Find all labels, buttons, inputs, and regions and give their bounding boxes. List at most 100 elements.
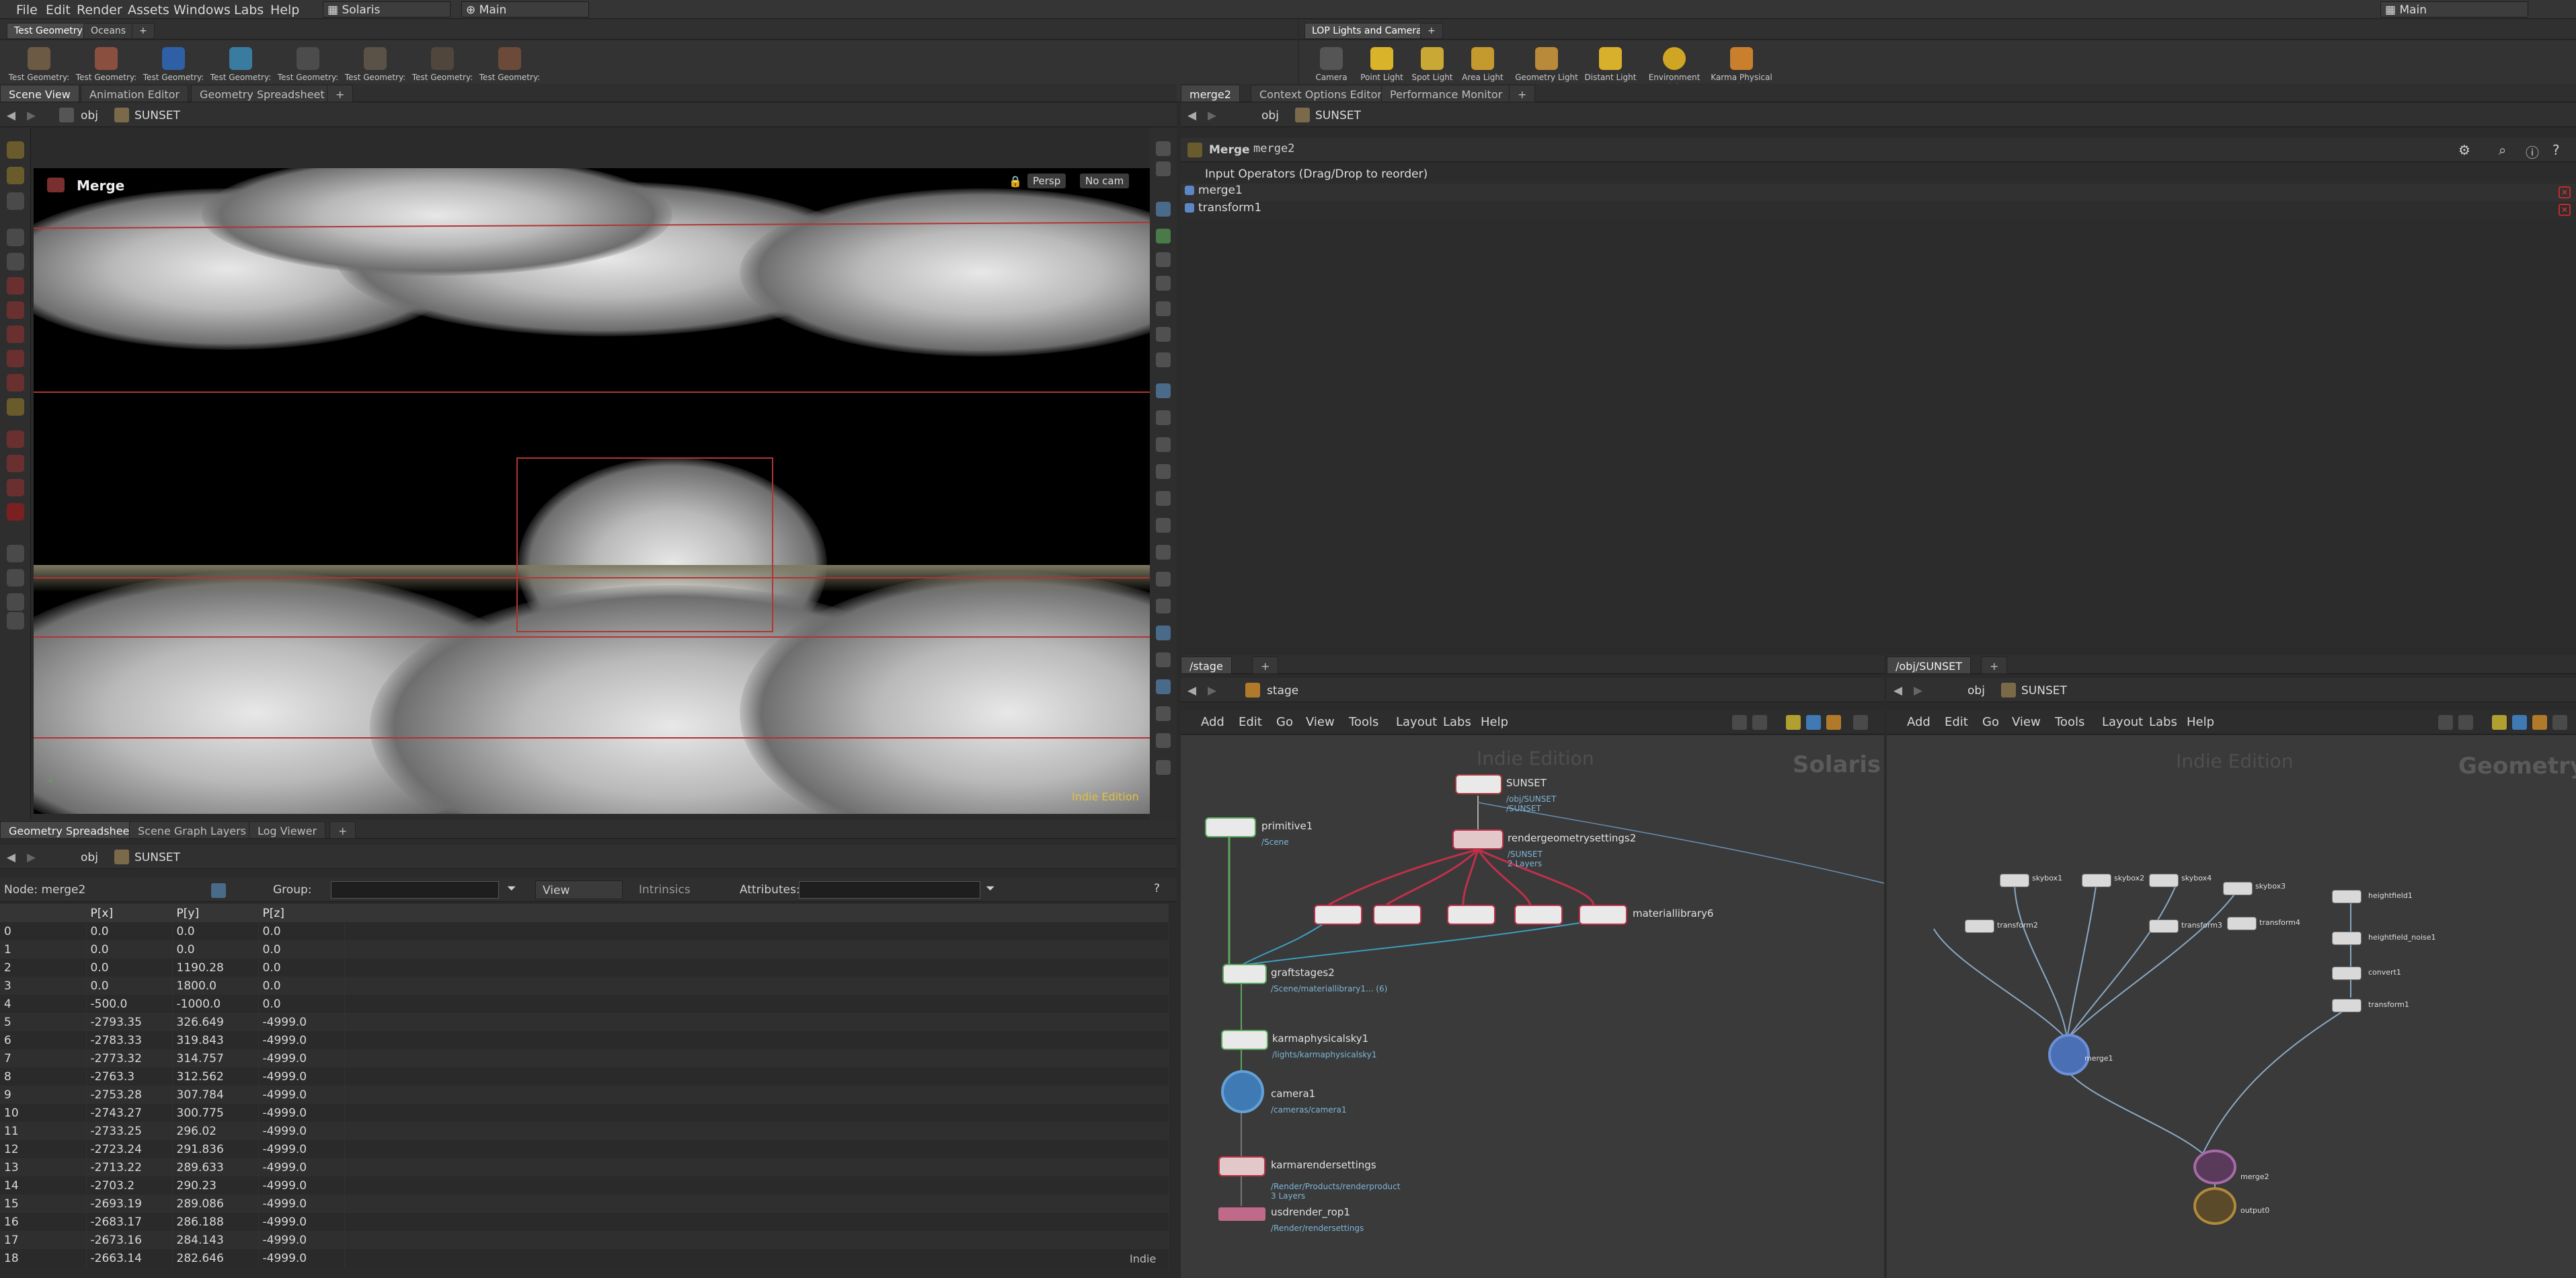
net-menu-layout[interactable]: Layout [2102,715,2143,729]
back-arrow-icon[interactable]: ◀ [7,109,15,122]
tab-obj-sunset[interactable]: /obj/SUNSET [1887,656,1972,674]
tab-stage[interactable]: /stage [1181,656,1232,674]
table-row[interactable]: 7 -2773.32 314.757 -4999.0 [0,1049,1169,1067]
remove-input-icon[interactable]: ✕ [2559,204,2571,216]
column-header[interactable]: P[y] [172,904,259,922]
node-transform1[interactable] [2332,999,2362,1012]
desktop-dropdown[interactable]: ▦ Solaris [323,1,451,17]
view-dropdown[interactable]: View [535,880,623,899]
add-shelf-icon[interactable]: + [132,23,155,39]
sticky-note-icon[interactable] [1786,715,1801,730]
image-icon[interactable] [1826,715,1841,730]
filter-icon[interactable]: ⏷ [986,882,995,895]
tab-animation-editor[interactable]: Animation Editor [81,85,189,102]
forward-arrow-icon[interactable]: ▶ [1208,684,1216,698]
search-icon[interactable] [1853,715,1868,730]
input-operator-row[interactable]: transform1 ✕ [1181,201,2576,219]
obj-network-editor[interactable]: Indie Edition Geometry skybox1 skybox2 s… [1887,735,2576,1278]
camera-dropdown[interactable]: No cam [1080,174,1130,188]
table-row[interactable]: 9 -2753.28 307.784 -4999.0 [0,1086,1169,1104]
menu-file[interactable]: File [16,3,38,17]
node-skybox3[interactable] [2223,882,2253,895]
shelf-tab-test-geometry[interactable]: Test Geometry [7,23,90,39]
search-icon[interactable]: ⌕ [2499,142,2506,158]
menu-edit[interactable]: Edit [46,3,71,17]
intrinsics-dropdown[interactable]: Intrinsics [639,883,691,897]
node-skybox1[interactable] [2000,874,2029,887]
pen-icon[interactable] [1156,491,1171,506]
forward-arrow-icon[interactable]: ▶ [27,109,36,122]
magnet-icon[interactable] [7,503,24,521]
shading-icon[interactable] [1156,229,1171,243]
gear-icon[interactable]: ⚙ [2458,142,2470,158]
table-row[interactable]: 8 -2763.3 312.562 -4999.0 [0,1067,1169,1086]
menu-assets[interactable]: Assets [128,3,169,17]
lock-icon[interactable]: 🔒 [1009,175,1022,188]
node-materiallibrary-b[interactable] [1373,905,1421,925]
forward-arrow-icon[interactable]: ▶ [1914,684,1922,698]
tab-merge2[interactable]: merge2 [1181,85,1240,102]
net-menu-edit[interactable]: Edit [1239,715,1262,729]
table-row[interactable]: 11 -2733.25 296.02 -4999.0 [0,1122,1169,1140]
node-transform3[interactable] [2149,919,2179,933]
render-region-icon[interactable] [1156,706,1171,721]
path-sunset[interactable]: SUNSET [1315,109,1361,122]
tab-log-viewer[interactable]: Log Viewer [249,821,326,839]
table-row[interactable]: 14 -2703.2 290.23 -4999.0 [0,1176,1169,1195]
net-menu-layout[interactable]: Layout [1396,715,1437,729]
table-row[interactable]: 5 -2793.35 326.649 -4999.0 [0,1013,1169,1031]
net-menu-labs[interactable]: Labs [1443,715,1471,729]
node-rendergeometrysettings2[interactable] [1452,829,1504,850]
display-icon[interactable] [7,593,24,611]
points-mode-icon[interactable] [211,883,226,898]
node-sunset[interactable] [1455,774,1502,794]
table-row[interactable]: 16 -2683.17 286.188 -4999.0 [0,1213,1169,1231]
add-tab-icon[interactable]: + [327,85,354,102]
net-menu-go[interactable]: Go [1276,715,1293,729]
path-obj[interactable]: obj [1967,684,1985,698]
tab-geometry-spreadsheet-2[interactable]: Geometry Spreadsheet [0,821,143,839]
attributes-field[interactable] [799,881,980,899]
node-output0[interactable] [2193,1187,2236,1225]
net-menu-edit[interactable]: Edit [1945,715,1968,729]
net-menu-go[interactable]: Go [1982,715,1999,729]
node-skybox4[interactable] [2149,874,2179,887]
display-options-icon[interactable] [1156,141,1171,156]
column-header[interactable]: P[z] [258,904,345,922]
cube-icon[interactable] [1156,679,1171,694]
shelf-tab-oceans[interactable]: Oceans [83,23,134,39]
node-camera1[interactable] [1221,1070,1264,1113]
table-row[interactable]: 13 -2713.22 289.633 -4999.0 [0,1158,1169,1176]
table-row[interactable]: 6 -2783.33 319.843 -4999.0 [0,1031,1169,1049]
path-stage[interactable]: stage [1267,684,1298,698]
forward-arrow-icon[interactable]: ▶ [1208,109,1216,122]
measure-icon[interactable] [1156,518,1171,533]
node-karmarendersettings[interactable] [1218,1156,1265,1176]
add-shelf-icon[interactable]: + [1420,23,1443,39]
lasso-tool-icon[interactable] [7,430,24,448]
node-skybox2[interactable] [2082,874,2111,887]
node-materiallibrary6[interactable] [1579,905,1627,925]
net-menu-help[interactable]: Help [1481,715,1508,729]
net-menu-add[interactable]: Add [1201,715,1224,729]
grid-view-icon[interactable] [2438,715,2453,730]
pick-tool-icon[interactable] [7,455,24,472]
net-menu-help[interactable]: Help [2187,715,2214,729]
light-icon[interactable] [1156,276,1171,291]
sphere-icon[interactable] [1156,301,1171,316]
path-obj[interactable]: obj [1261,109,1279,122]
node-heightfield1[interactable] [2332,890,2362,903]
node-materiallibrary-a[interactable] [1314,905,1362,925]
help-icon[interactable]: ? [2552,142,2560,158]
select-tool-icon[interactable] [7,141,24,159]
tab-geometry-spreadsheet[interactable]: Geometry Spreadsheet [191,85,334,102]
node-usdrender-rop1[interactable] [1218,1207,1265,1221]
path-sunset[interactable]: SUNSET [134,109,180,122]
lock-camera-icon[interactable] [1156,252,1171,267]
node-transform4[interactable] [2227,917,2257,930]
menu-help[interactable]: Help [270,3,299,17]
net-menu-tools[interactable]: Tools [2055,715,2084,729]
rotate-tool-icon[interactable] [7,301,24,319]
node-name-field[interactable]: merge2 [1253,142,1294,155]
grid-snap-icon[interactable] [7,545,24,562]
